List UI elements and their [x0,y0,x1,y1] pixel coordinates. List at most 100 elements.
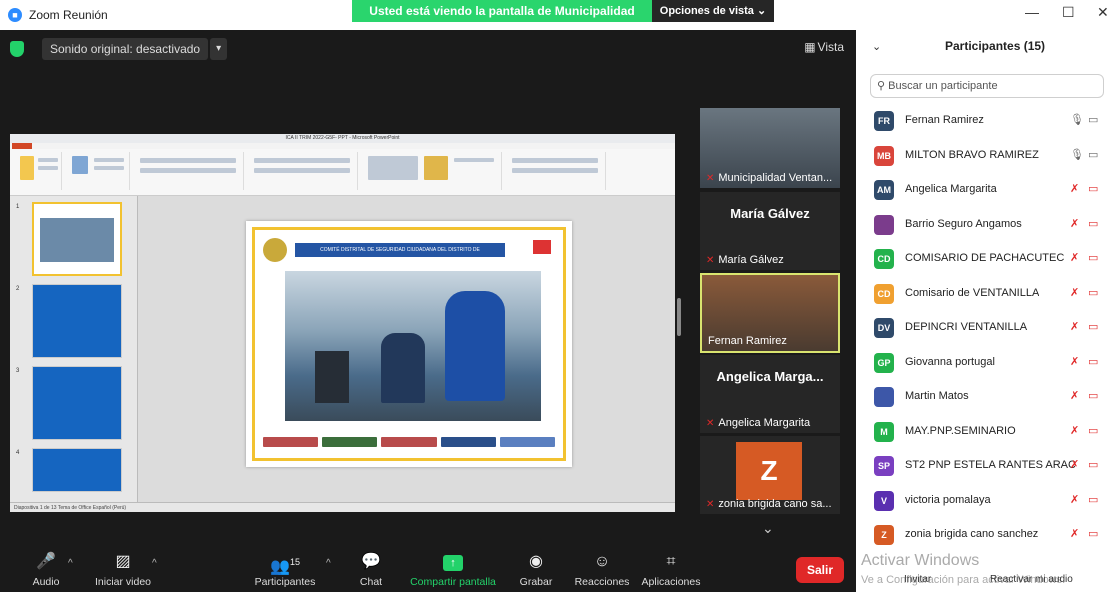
participant-row[interactable]: Martin Matos ✗ ▭ [856,380,1114,415]
view-options-button[interactable]: Opciones de vista ⌄ [652,0,774,22]
ribbon-group [248,152,358,190]
participant-row[interactable]: AM Angelica Margarita ✗ ▭ [856,173,1114,208]
participant-row[interactable]: Zzonia brigida cano sanchez ✗ ▭ [856,518,1114,553]
thumb-number: 1 [16,204,20,210]
participant-row[interactable]: Vvictoria pomalaya ✗ ▭ [856,484,1114,519]
participant-row[interactable]: MB MILTON BRAVO RAMIREZ 🎙 ▭ [856,139,1114,174]
avatar: SP [874,456,894,476]
avatar: Z [874,525,894,545]
panel-header: ⌄ Participantes (15) [856,30,1114,62]
video-tile[interactable]: Angelica Marga... ✕ Angelica Margarita [700,355,840,433]
participant-row[interactable]: Barrio Seguro Angamos ✗ ▭ [856,208,1114,243]
participant-name: Giovanna portugal [905,355,995,368]
shared-screen[interactable]: ICA II TRIM 2022-G5F- PPT - Microsoft Po… [10,134,675,512]
slide-thumbnail[interactable] [32,448,122,492]
mic-muted-icon[interactable]: ✗ [1070,493,1079,506]
audio-button[interactable]: 🎤 Audio [30,552,62,588]
original-sound-button[interactable]: Sonido original: desactivado [42,38,209,60]
invite-button[interactable]: Invitar [904,574,931,585]
mic-muted-icon[interactable]: ✗ [1070,389,1079,402]
reactions-button[interactable]: ☺ Reacciones [574,552,630,588]
mic-muted-icon: ✕ [706,498,715,510]
mic-muted-icon[interactable]: ✗ [1070,182,1079,195]
minimize-icon[interactable]: — [1025,4,1039,20]
participant-row[interactable]: M MAY.PNP.SEMINARIO ✗ ▭ [856,415,1114,450]
mic-muted-icon[interactable]: ✗ [1070,355,1079,368]
video-off-icon[interactable]: ▭ [1088,251,1098,264]
video-off-icon[interactable]: ▭ [1088,320,1098,333]
mic-muted-icon[interactable]: ✗ [1070,527,1079,540]
ribbon-group [14,152,62,190]
unmute-me-button[interactable]: Reactivar mi audio [990,574,1073,585]
microphone-icon[interactable]: 🎙 [1070,113,1084,126]
participant-row[interactable]: DV DEPINCRI VENTANILLA ✗ ▭ [856,311,1114,346]
chevron-up-icon[interactable]: ^ [152,558,157,569]
participant-name: zonia brigida cano sanchez [905,528,1039,540]
video-tile[interactable]: ✕ Municipalidad Ventan... [700,108,840,188]
video-tile[interactable]: Z ✕ zonia brigida cano sa... [700,436,840,514]
video-off-icon[interactable]: ▭ [1088,286,1098,299]
participant-row[interactable]: CD COMISARIO DE PACHACUTEC ✗ ▭ [856,242,1114,277]
slide-thumbnail[interactable] [32,366,122,440]
video-tile[interactable]: María Gálvez ✕ María Gálvez [700,192,840,270]
participant-row[interactable]: GP Giovanna portugal ✗ ▭ [856,346,1114,381]
video-off-icon[interactable]: ▭ [1088,355,1098,368]
record-button[interactable]: ◉ Grabar [518,552,554,588]
resize-handle[interactable] [677,298,681,336]
view-label: Vista [817,40,844,54]
participant-name: Martin Matos [905,390,969,402]
participants-button[interactable]: 👥15 Participantes [252,552,318,588]
mic-muted-icon[interactable]: ✗ [1070,458,1079,471]
share-screen-button[interactable]: ↑ Compartir pantalla [408,552,498,588]
chevron-down-icon[interactable]: ▾ [210,38,228,60]
microphone-icon[interactable]: 🎙 [1070,148,1084,161]
mic-muted-icon[interactable]: ✗ [1070,217,1079,230]
video-off-icon[interactable]: ▭ [1088,182,1098,195]
avatar: GP [874,352,894,373]
mic-muted-icon[interactable]: ✗ [1070,320,1079,333]
participant-name: victoria pomalaya [905,493,991,506]
chevron-up-icon[interactable]: ^ [68,558,73,569]
mic-muted-icon[interactable]: ✗ [1070,286,1079,299]
participant-search-input[interactable]: ⚲ Buscar un participante [870,74,1104,98]
ribbon-group [134,152,244,190]
apps-button[interactable]: ⌗ Aplicaciones [641,552,701,588]
activation-title: Activar Windows [861,552,980,569]
chat-button[interactable]: 💬 Chat [356,552,386,588]
shield-icon[interactable] [10,41,24,57]
mic-muted-icon: ✕ [706,172,715,184]
participant-row[interactable]: SP ST2 PNP ESTELA RANTES ARAC... ✗ ▭ [856,449,1114,484]
mic-muted-icon[interactable]: ✗ [1070,251,1079,264]
video-off-icon[interactable]: ▭ [1088,424,1098,437]
video-off-icon[interactable]: ▭ [1088,527,1098,540]
current-slide: COMITÉ DISTRITAL DE SEGURIDAD CIUDADANA … [246,221,572,467]
participant-name: MILTON BRAVO RAMIREZ [905,148,1039,161]
participant-list: FR Fernan Ramirez 🎙 ▭ MB MILTON BRAVO RAMIRE… [856,104,1114,553]
slide-frame: COMITÉ DISTRITAL DE SEGURIDAD CIUDADANA … [252,227,566,461]
mic-muted-icon[interactable]: ✗ [1070,424,1079,437]
video-off-icon[interactable]: ▭ [1088,389,1098,402]
close-icon[interactable]: ✕ [1097,4,1109,21]
video-off-icon[interactable]: ▭ [1088,493,1098,506]
partner-logos [263,434,556,450]
slide-thumbnails[interactable]: 1 2 3 4 [10,196,138,502]
camera-icon[interactable]: ▭ [1088,148,1098,161]
camera-icon[interactable]: ▭ [1088,113,1098,126]
chevron-down-icon[interactable]: ⌄ [762,520,774,537]
view-button[interactable]: ▦ Vista [804,40,844,54]
slide-thumbnail[interactable] [32,202,122,276]
slide-photo [285,271,541,421]
participant-row[interactable]: FR Fernan Ramirez 🎙 ▭ [856,104,1114,139]
slide-canvas[interactable]: COMITÉ DISTRITAL DE SEGURIDAD CIUDADANA … [138,196,675,502]
avatar [874,387,894,407]
slide-thumbnail[interactable] [32,284,122,358]
video-off-icon[interactable]: ▭ [1088,458,1098,471]
participant-row[interactable]: CD Comisario de VENTANILLA ✗ ▭ [856,277,1114,312]
chevron-down-icon[interactable]: ⌄ [872,40,881,53]
leave-button[interactable]: Salir [796,557,844,583]
start-video-button[interactable]: ▨ Iniciar video [92,552,154,588]
maximize-icon[interactable]: ☐ [1062,4,1075,21]
video-off-icon[interactable]: ▭ [1088,217,1098,230]
chevron-up-icon[interactable]: ^ [326,558,331,569]
video-tile-active-speaker[interactable]: Fernan Ramirez [700,273,840,353]
